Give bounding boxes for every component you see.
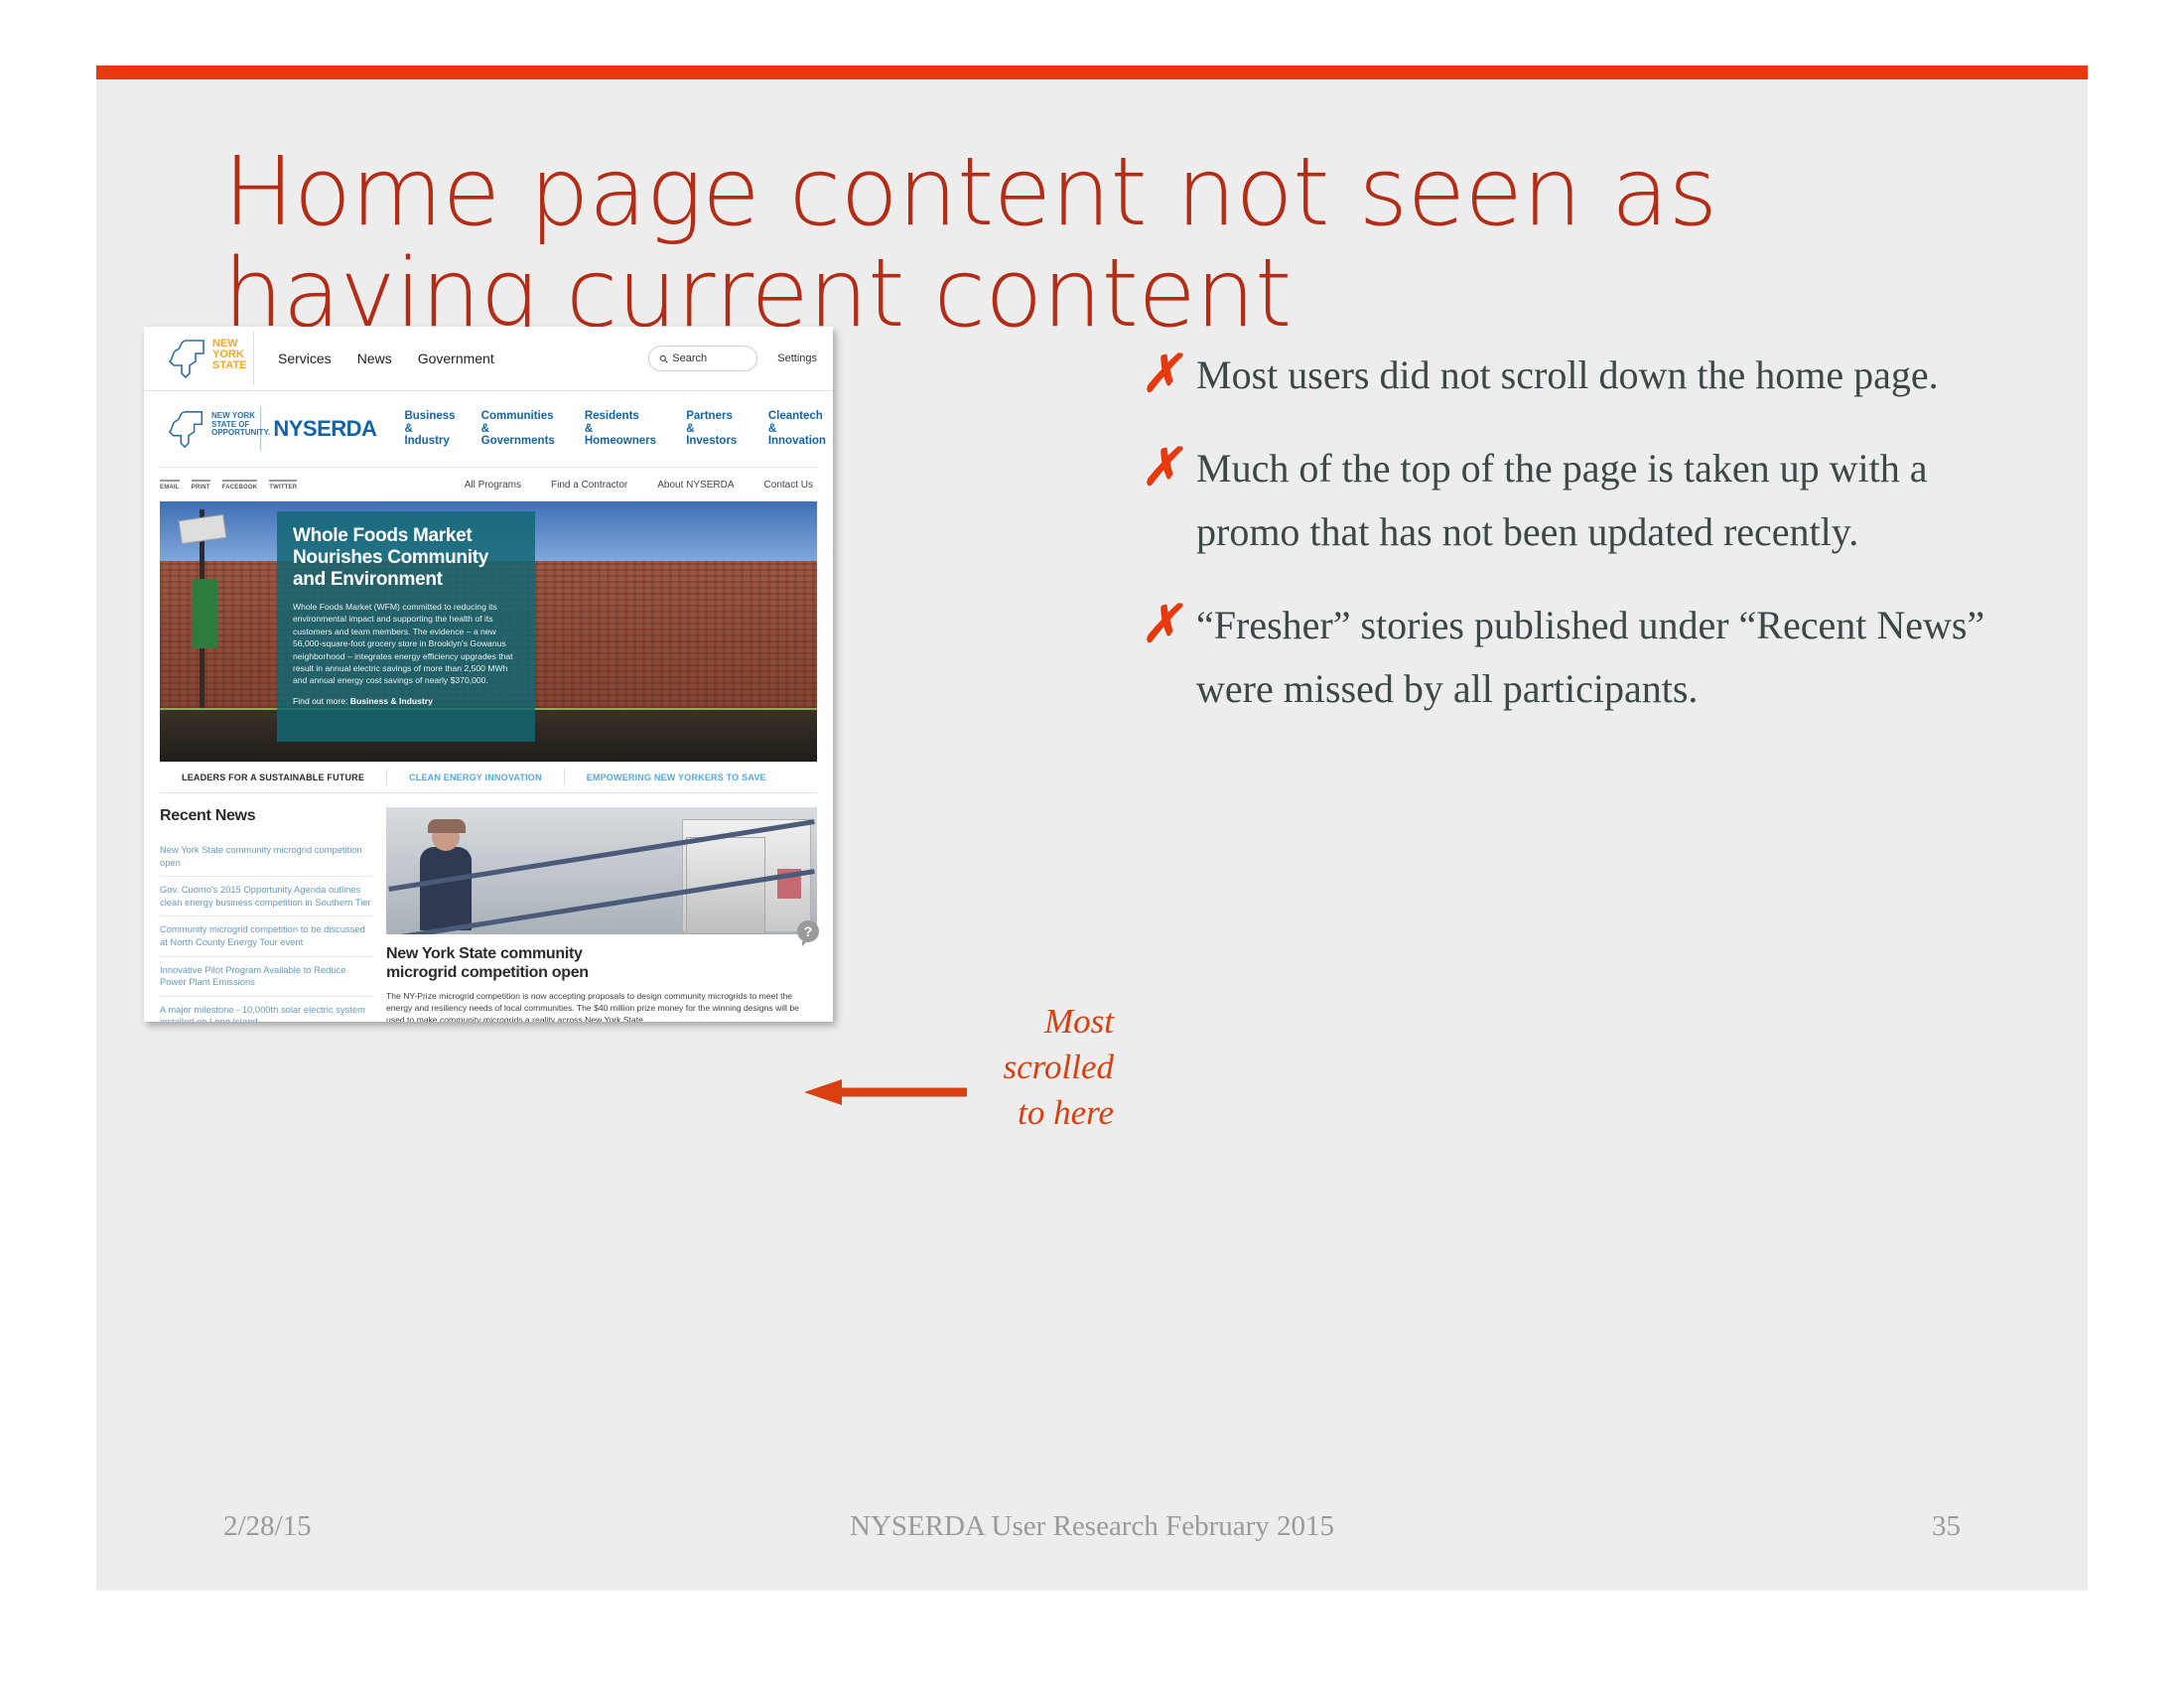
homepage-lower-content: Recent News New York State community mic…: [160, 807, 819, 1022]
utility-link-about-nyserda[interactable]: About NYSERDA: [657, 480, 734, 491]
share-print-button[interactable]: PRINT: [191, 479, 210, 491]
nav-item-residents-homeowners[interactable]: Residents & Homeowners: [585, 410, 662, 448]
nyserda-primary-nav: Business & Industry Communities & Govern…: [404, 410, 833, 448]
photo-person-cap: [428, 819, 466, 833]
slide-accent-rule: [96, 66, 2088, 79]
nav-item-partners-investors[interactable]: Partners & Investors: [686, 410, 745, 448]
ny-global-bar-right: Search Settings: [648, 346, 817, 371]
ny-nav-item-services[interactable]: Services: [278, 351, 332, 366]
tab-leaders-sustainable-future[interactable]: LEADERS FOR A SUSTAINABLE FUTURE: [160, 773, 386, 782]
finding-text: Most users did not scroll down the home …: [1196, 352, 1939, 397]
hero-find-out-more: Find out more: Business & Industry: [293, 696, 519, 706]
share-twitter-label: TWITTER: [269, 484, 298, 491]
share-print-label: PRINT: [191, 484, 210, 491]
hero-body: Whole Foods Market (WFM) committed to re…: [293, 602, 513, 686]
recent-news-column: Recent News New York State community mic…: [160, 807, 386, 1022]
twitter-icon: [269, 479, 298, 482]
ny-opportunity-logo: NEW YORK STATE OF OPPORTUNITY.: [166, 404, 270, 454]
ny-global-bar: NEW YORK STATE Services News Government …: [144, 327, 833, 391]
hero-text-panel: Whole Foods Market Nourishes Community a…: [277, 511, 535, 742]
share-twitter-button[interactable]: TWITTER: [269, 479, 298, 491]
nyserda-homepage-screenshot: NEW YORK STATE Services News Government …: [144, 327, 833, 1022]
nyserda-wordmark[interactable]: NYSERDA: [260, 407, 377, 451]
share-email-label: EMAIL: [160, 484, 180, 491]
finding-item: ✗ Much of the top of the page is taken u…: [1139, 437, 2012, 564]
search-label: Search: [672, 352, 708, 364]
nyserda-brand-bar: NEW YORK STATE OF OPPORTUNITY. NYSERDA B…: [144, 391, 833, 467]
ny-nav-item-news[interactable]: News: [357, 351, 392, 366]
search-icon: [659, 354, 668, 363]
hero-find-out-more-link[interactable]: Business & Industry: [350, 696, 433, 706]
featured-article-column: New York State community microgrid compe…: [386, 807, 819, 1022]
photo-person-body: [420, 847, 472, 930]
hero-promo[interactable]: Whole Foods Market Nourishes Community a…: [160, 501, 817, 762]
hero-tab-bar: LEADERS FOR A SUSTAINABLE FUTURE CLEAN E…: [160, 762, 817, 793]
print-icon: [191, 479, 210, 482]
news-list-item[interactable]: Community microgrid competition to be di…: [160, 916, 372, 957]
article-title[interactable]: New York State community microgrid compe…: [386, 944, 817, 982]
ny-nav-item-government[interactable]: Government: [418, 351, 494, 366]
news-list-item[interactable]: New York State community microgrid compe…: [160, 837, 372, 878]
hero-title: Whole Foods Market Nourishes Community a…: [293, 525, 488, 590]
recent-news-heading: Recent News: [160, 807, 256, 824]
slide-canvas: Home page content not seen as having cur…: [96, 66, 2088, 1591]
utility-bar: EMAIL PRINT FACEBOOK TWITTER All Program…: [160, 467, 817, 501]
facebook-icon: [221, 479, 258, 482]
finding-text: “Fresher” stories published under “Recen…: [1196, 603, 1985, 711]
share-facebook-button[interactable]: FACEBOOK: [221, 479, 258, 491]
cross-mark-icon: ✗: [1141, 347, 1181, 403]
finding-text: Much of the top of the page is taken up …: [1196, 446, 1928, 554]
news-list-item[interactable]: Innovative Pilot Program Available to Re…: [160, 957, 372, 997]
share-email-button[interactable]: EMAIL: [160, 479, 180, 491]
search-input[interactable]: Search: [648, 346, 758, 371]
page-title: Home page content not seen as having cur…: [223, 138, 1717, 349]
nav-item-business-industry[interactable]: Business & Industry: [404, 410, 457, 448]
news-list-item[interactable]: Gov. Cuomo's 2015 Opportunity Agenda out…: [160, 877, 372, 917]
cross-mark-icon: ✗: [1141, 440, 1181, 496]
article-photo: [386, 807, 817, 934]
findings-list: ✗ Most users did not scroll down the hom…: [1139, 344, 2012, 751]
nav-item-communities-governments[interactable]: Communities & Governments: [481, 410, 561, 448]
help-icon[interactable]: ?: [797, 920, 819, 946]
ny-state-logo: NEW YORK STATE: [166, 332, 254, 385]
utility-link-all-programs[interactable]: All Programs: [465, 480, 521, 491]
footer-page-number: 35: [1932, 1510, 1961, 1542]
cross-mark-icon: ✗: [1141, 597, 1181, 653]
hero-green-banner: [192, 579, 217, 648]
scroll-depth-arrow: [804, 1079, 967, 1105]
utility-link-contact-us[interactable]: Contact Us: [764, 480, 813, 491]
footer-deck-title: NYSERDA User Research February 2015: [849, 1510, 1335, 1542]
article-body: The NY-Prize microgrid competition is no…: [386, 991, 799, 1022]
utility-link-find-a-contractor[interactable]: Find a Contractor: [551, 480, 627, 491]
ny-opportunity-logo-text: NEW YORK STATE OF OPPORTUNITY.: [211, 411, 271, 437]
scroll-depth-annotation: Most scrolled to here: [1003, 1002, 1114, 1132]
tab-clean-energy-innovation[interactable]: CLEAN ENERGY INNOVATION: [387, 773, 564, 782]
ny-global-nav: Services News Government: [278, 351, 494, 366]
email-icon: [160, 479, 180, 482]
ny-state-logo-text: NEW YORK STATE: [212, 338, 247, 371]
hero-find-out-more-label: Find out more:: [293, 695, 348, 706]
finding-item: ✗ “Fresher” stories published under “Rec…: [1139, 594, 2012, 721]
share-facebook-label: FACEBOOK: [221, 484, 258, 491]
social-share-group: EMAIL PRINT FACEBOOK TWITTER: [160, 479, 298, 491]
utility-links: All Programs Find a Contractor About NYS…: [465, 480, 813, 491]
tab-empowering-new-yorkers[interactable]: EMPOWERING NEW YORKERS TO SAVE: [565, 773, 788, 782]
finding-item: ✗ Most users did not scroll down the hom…: [1139, 344, 2012, 407]
news-list-item[interactable]: A major milestone - 10,000th solar elect…: [160, 997, 372, 1022]
nav-item-cleantech-innovation[interactable]: Cleantech & Innovation: [768, 410, 833, 448]
settings-link[interactable]: Settings: [777, 352, 817, 364]
